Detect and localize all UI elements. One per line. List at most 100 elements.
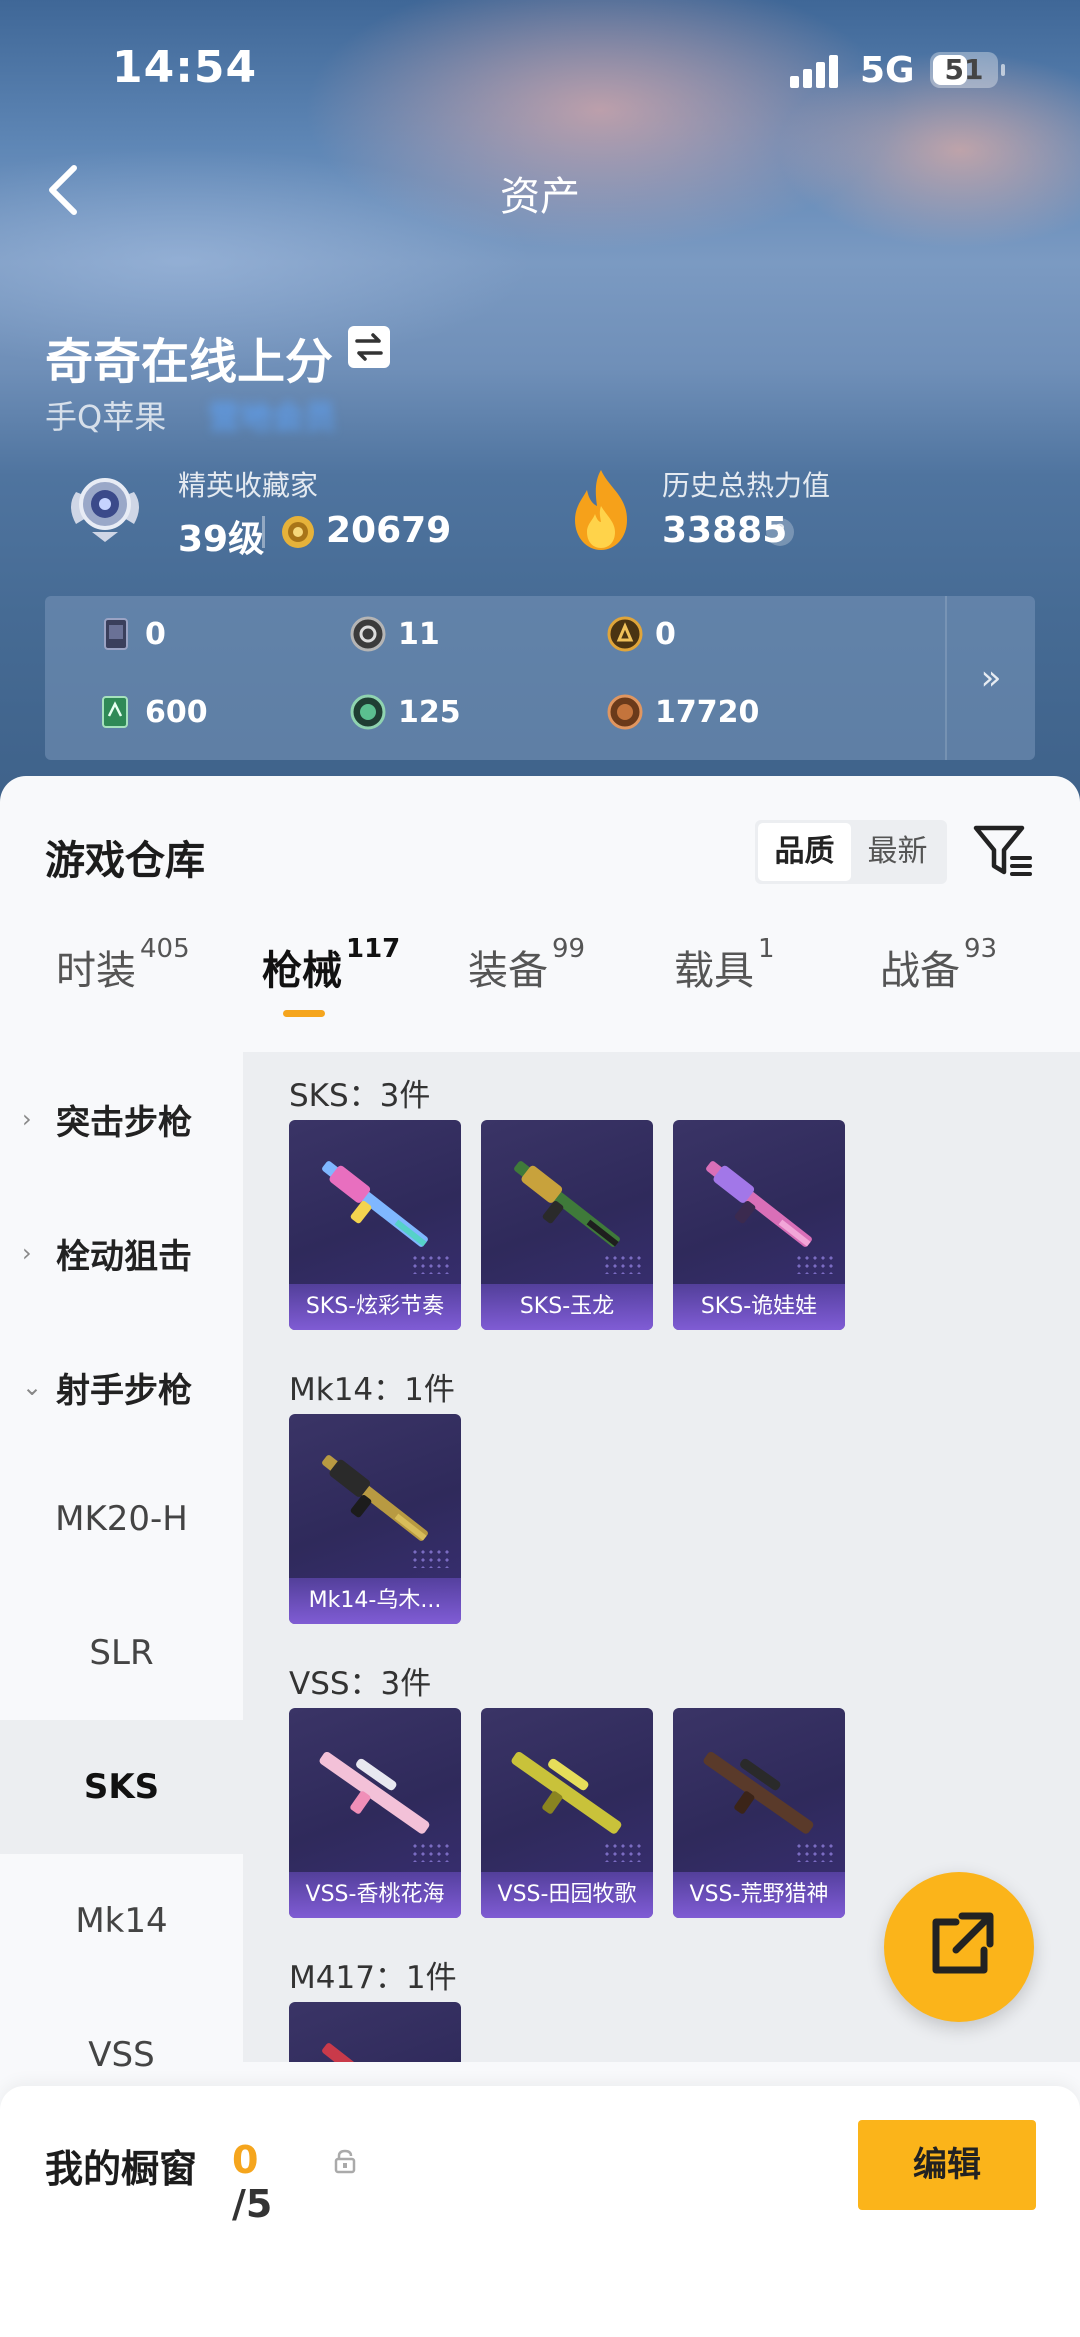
tab-equipment[interactable]: 装备 99 [468,934,585,996]
tab-supplies[interactable]: 战备 93 [880,934,997,996]
chevron-right-icon: › [22,1105,32,1133]
category-tabs: 时装 405 枪械 117 装备 99 载具 1 战备 93 [0,916,1080,1026]
battery-icon: 51 [930,52,1005,88]
sort-toggle: 品质 最新 [755,820,947,884]
weapon-name: SKS-玉龙 [481,1284,653,1330]
showcase-bar: 我的橱窗 0/5 编辑 [0,2086,1080,2337]
weapon-name: SKS-炫彩节奏 [289,1284,461,1330]
currency-panel: 0 11 0 600 125 17720 » [45,596,1035,760]
collection-points: 20679 [326,510,452,551]
decoration [795,1842,835,1862]
rifle-icon [322,1455,428,1541]
group-label-mk14: Mk14：1件 [289,1372,455,1408]
warehouse-title: 游戏仓库 [45,838,205,884]
currency-value: 11 [398,616,440,652]
currency-value: 0 [145,616,166,652]
weapon-name: VSS-香桃花海 [289,1872,461,1918]
page-title: 资产 [500,174,580,220]
currency-item: 17720 [607,694,759,730]
sidebar-item-label: 突击步枪 [56,1102,192,1143]
share-icon [932,1912,994,1974]
tab-firearms[interactable]: 枪械 117 [262,934,400,996]
rifle-icon [514,1161,620,1247]
tab-vehicles[interactable]: 载具 1 [674,934,775,996]
silver-token-icon [350,616,386,652]
sidebar-item-mk20h[interactable]: MK20-H [0,1452,243,1586]
tab-label: 枪械 [262,948,342,994]
edit-button[interactable]: 编辑 [858,2120,1036,2210]
sidebar-item-label: 射手步枪 [56,1370,192,1411]
gold-token-icon [607,616,643,652]
weapon-card[interactable]: Mk14-乌木... [289,1414,461,1624]
switch-account-icon[interactable] [348,326,390,368]
currency-value: 17720 [655,694,760,730]
share-button[interactable] [884,1872,1034,2022]
currency-more-button[interactable]: » [945,596,1035,760]
tab-count: 405 [140,934,190,964]
currency-value: 125 [398,694,461,730]
tab-label: 装备 [468,948,548,994]
platform-link[interactable]: 营地会员 [208,392,336,438]
card-icon [104,618,128,650]
username: 奇奇在线上分 [45,334,334,390]
currency-value: 0 [655,616,676,652]
currency-item: 125 [350,694,461,730]
sort-by-quality[interactable]: 品质 [758,823,851,881]
decoration [411,1548,451,1568]
platform-label: 手Q苹果 [45,398,167,436]
weapon-card[interactable] [289,2002,461,2062]
collector-title: 精英收藏家 [178,469,319,502]
weapon-name: VSS-田园牧歌 [481,1872,653,1918]
filter-icon [973,825,1032,876]
sort-by-newest[interactable]: 最新 [851,823,944,881]
sidebar-item-slr[interactable]: SLR [0,1586,243,1720]
weapon-type-sidebar: › 突击步枪 › 栓动狙击 ⌄ 射手步枪 MK20-H SLR SKS Mk14 VS… [0,1052,243,2075]
collector-level: 39级 [178,519,265,560]
flame-icon [575,470,627,550]
status-time: 14:54 [112,42,258,93]
tab-fashion[interactable]: 时装 405 [56,934,190,996]
network-type: 5G [860,50,915,91]
decoration [603,1842,643,1862]
weapon-card[interactable]: VSS-荒野猎神 [673,1708,845,1918]
sidebar-item-mk14[interactable]: Mk14 [0,1854,243,1988]
signal-icon [790,54,840,88]
sidebar-item-label: 栓动狙击 [56,1236,192,1277]
weapon-card[interactable]: VSS-香桃花海 [289,1708,461,1918]
weapon-name: VSS-荒野猎神 [673,1872,845,1918]
bronze-coin-icon [607,694,643,730]
status-bar: 14:54 5G 51 [0,0,1080,140]
sniper-icon [703,1751,814,1834]
weapon-card[interactable]: SKS-炫彩节奏 [289,1120,461,1330]
green-coin-icon [350,694,386,730]
decoration [795,1254,835,1274]
sniper-icon [511,1751,622,1834]
filter-button[interactable] [972,822,1034,882]
rifle-icon [322,1161,428,1247]
chevron-right-icon: › [22,1239,32,1267]
weapon-card[interactable]: SKS-诡娃娃 [673,1120,845,1330]
currency-item: 11 [350,616,440,652]
weapon-name: Mk14-乌木... [289,1578,461,1624]
heat-title: 历史总热力值 [662,469,831,502]
sidebar-item-marksman-rifle[interactable]: ⌄ 射手步枪 [0,1320,243,1454]
tab-count: 117 [346,934,401,964]
sidebar-item-assault-rifle[interactable]: › 突击步枪 [0,1052,243,1186]
collection-points-icon [282,516,314,548]
help-icon[interactable]: ? [766,518,794,546]
tab-count: 1 [758,934,775,964]
sidebar-item-sks[interactable]: SKS [0,1720,243,1854]
tab-count: 99 [552,934,586,964]
green-card-icon [102,696,128,728]
rifle-icon [322,2043,428,2062]
weapon-card[interactable]: VSS-田园牧歌 [481,1708,653,1918]
profile-header: 14:54 5G 51 资产 奇奇在线上分 手Q苹果 营地会员 精英收藏家 39… [0,0,1080,820]
sidebar-item-bolt-sniper[interactable]: › 栓动狙击 [0,1186,243,1320]
showcase-current: 0 [232,2138,259,2182]
chevron-down-icon: ⌄ [22,1373,43,1401]
decoration [411,1254,451,1274]
tab-label: 战备 [880,948,960,994]
divider [262,516,265,548]
weapon-card[interactable]: SKS-玉龙 [481,1120,653,1330]
decoration [411,1842,451,1862]
